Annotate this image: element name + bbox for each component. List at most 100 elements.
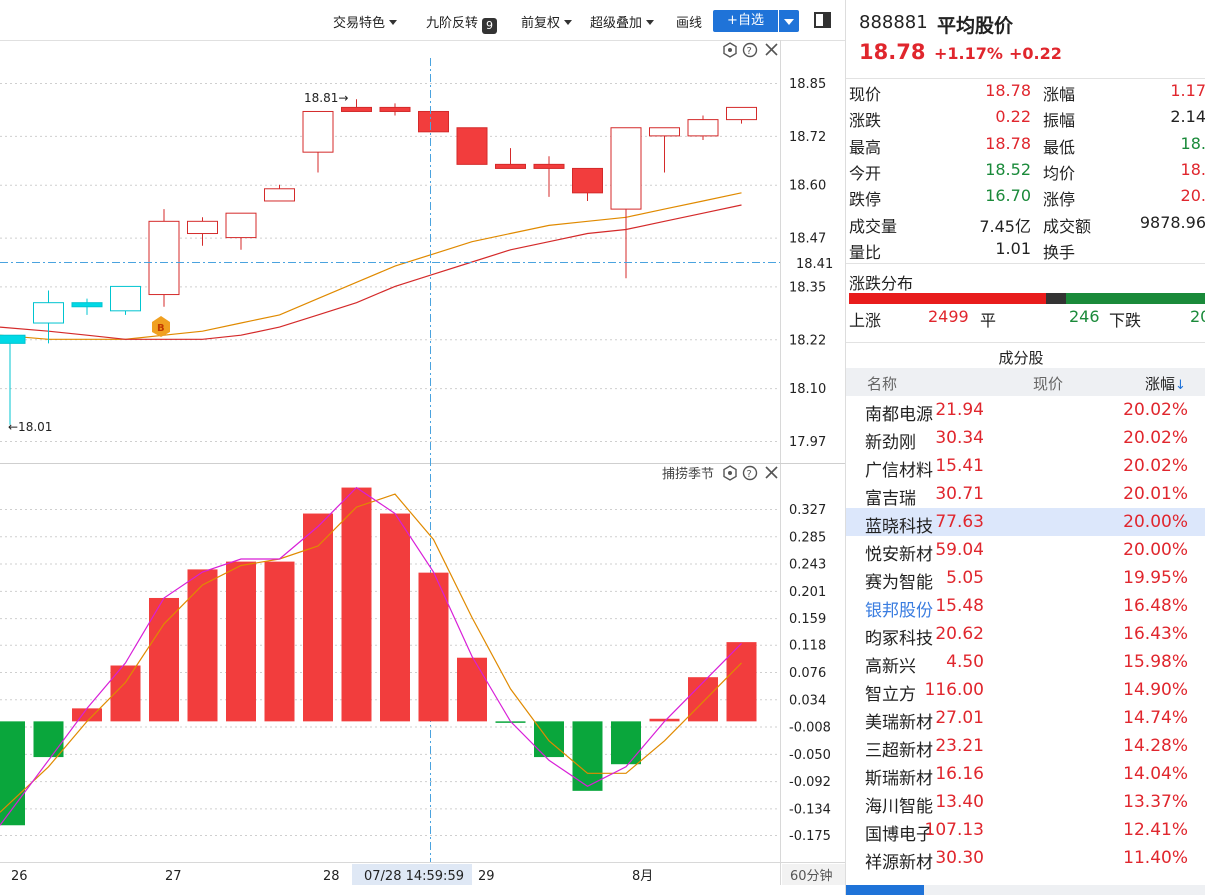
main-ma-lines [0,192,742,340]
constituent-price: 116.00 [924,680,984,700]
index-code: 888881 [859,12,928,33]
constituent-price: 30.71 [935,484,984,504]
x-label-28: 28 [323,869,340,884]
period-label[interactable]: 60分钟 [790,868,833,884]
col-pct-label: 涨幅 [1145,375,1176,393]
stat-label: 现价 [849,85,882,104]
col-name[interactable]: 名称 [867,373,897,394]
constituent-name: 昀冢科技 [865,629,933,649]
constituent-row[interactable]: 蓝晓科技 77.63 20.00% [846,508,1205,537]
constituent-price: 30.30 [935,848,984,868]
constituent-pct: 20.00% [1123,512,1188,532]
constituent-price: 21.94 [935,400,984,420]
stat-value: 0.22 [995,107,1031,127]
y-tick-label: 0.034 [789,693,826,708]
constituent-price: 77.63 [935,512,984,532]
constituent-pct: 14.04% [1123,764,1188,784]
constituent-price: 16.16 [935,764,984,784]
constituent-row[interactable]: 高新兴 4.50 15.98% [846,648,1205,677]
constituent-pct: 13.37% [1123,792,1188,812]
stat-value: 1.01 [995,238,1031,258]
constituent-row[interactable]: 海川智能 13.40 13.37% [846,788,1205,817]
constituent-row[interactable]: 银邦股份 15.48 16.48% [846,592,1205,621]
constituent-row[interactable]: 新劲刚 30.34 20.02% [846,424,1205,453]
indicator-help-icon[interactable]: ? [742,465,758,481]
constituent-row[interactable]: 智立方 116.00 14.90% [846,676,1205,705]
constituents-header: 成分股 [846,342,1205,368]
app-window: 交易特色 九阶反转 9 前复权 超级叠加 画线 +自选 18.85 18.72 18.… [0,0,1205,895]
down-count: 20 [1190,307,1205,326]
constituent-row[interactable]: 广信材料 15.41 20.02% [846,452,1205,481]
constituent-pct: 20.00% [1123,540,1188,560]
constituent-row[interactable]: 悦安新材 59.04 20.00% [846,536,1205,565]
constituent-name: 蓝晓科技 [865,517,933,537]
constituents-title: 成分股 [998,349,1044,367]
sub-y-axis: 0.327 0.285 0.243 0.201 0.159 0.118 0.076 0.034… [789,503,831,844]
constituent-name: 祥源新材 [865,853,933,873]
indicator-bar [457,657,487,722]
flat-count: 246 [1069,307,1100,326]
constituent-pct: 11.40% [1123,848,1188,868]
chart-canvas[interactable]: 18.85 18.72 18.60 18.47 18.35 18.22 18.10 17.97… [0,0,845,895]
stat-value: 18. [1180,159,1205,179]
y-tick-label: 0.327 [789,503,826,518]
active-tab[interactable] [846,885,924,895]
candle-body [110,285,141,312]
indicator-close-icon[interactable] [765,466,778,479]
y-tick-label: 18.85 [789,77,826,92]
indicator-bar [0,721,25,826]
y-tick-label: 0.243 [789,558,826,573]
constituent-row[interactable]: 斯瑞新材 16.16 14.04% [846,760,1205,789]
constituent-row[interactable]: 祥源新材 30.30 11.40% [846,844,1205,873]
index-name: 平均股价 [937,15,1014,37]
candle-body [649,127,680,137]
stats-table: 现价 18.78 涨幅 1.17 涨跌 0.22 振幅 2.14 最高 18.78 最低 18. 今开 1… [846,78,1205,264]
constituent-row[interactable]: 昀冢科技 20.62 16.43% [846,620,1205,649]
change-amount: +0.22 [1009,44,1062,63]
constituent-name: 银邦股份 [865,601,933,621]
y-tick-label: -0.175 [789,829,831,844]
candle-body [495,163,526,169]
constituent-pct: 15.98% [1123,652,1188,672]
constituent-row[interactable]: 赛为智能 5.05 19.95% [846,564,1205,593]
current-price: 18.78 [859,40,926,64]
constituent-name: 海川智能 [865,797,933,817]
constituent-pct: 20.02% [1123,456,1188,476]
bottom-tab-bar[interactable] [846,885,1205,895]
col-price[interactable]: 现价 [1033,373,1063,394]
stat-value: 2.14 [1170,107,1205,127]
sort-desc-icon: ↓ [1175,378,1186,393]
ma-line-orange [0,192,742,340]
constituent-name: 悦安新材 [865,545,933,565]
candle-body [687,119,719,137]
constituent-row[interactable]: 国博电子 107.13 12.41% [846,816,1205,845]
col-pct[interactable]: 涨幅↓ [1145,373,1186,394]
stat-label: 跌停 [849,190,882,210]
y-tick-label: -0.008 [789,721,831,736]
constituent-price: 27.01 [935,708,984,728]
constituent-pct: 20.02% [1123,400,1188,420]
y-tick-label: 18.10 [789,382,826,397]
settings-icon[interactable] [723,42,737,58]
candle-body [33,302,64,324]
constituent-row[interactable]: 美瑞新材 27.01 14.74% [846,704,1205,733]
crosshair-price-label: 18.41 [796,257,833,272]
indicator-settings-icon[interactable] [723,465,737,481]
constituent-name: 美瑞新材 [865,713,933,733]
constituent-name: 广信材料 [865,461,933,481]
stat-label: 换手 [1043,242,1076,262]
constituent-row[interactable]: 三超新材 23.21 14.28% [846,732,1205,761]
stat-value: 18.52 [985,159,1031,179]
close-icon[interactable] [765,43,778,56]
candle-body [225,212,257,239]
y-tick-label: 17.97 [789,435,826,450]
indicator-name[interactable]: 捕捞季节 [662,466,714,482]
help-icon[interactable]: ? [742,42,758,58]
indicator-bar [688,677,718,722]
candle-body [418,110,449,133]
constituent-price: 20.62 [935,624,984,644]
y-tick-label: 0.118 [789,639,826,654]
constituent-row[interactable]: 南都电源 21.94 20.02% [846,396,1205,425]
candle-body [71,302,103,308]
constituent-row[interactable]: 富吉瑞 30.71 20.01% [846,480,1205,509]
